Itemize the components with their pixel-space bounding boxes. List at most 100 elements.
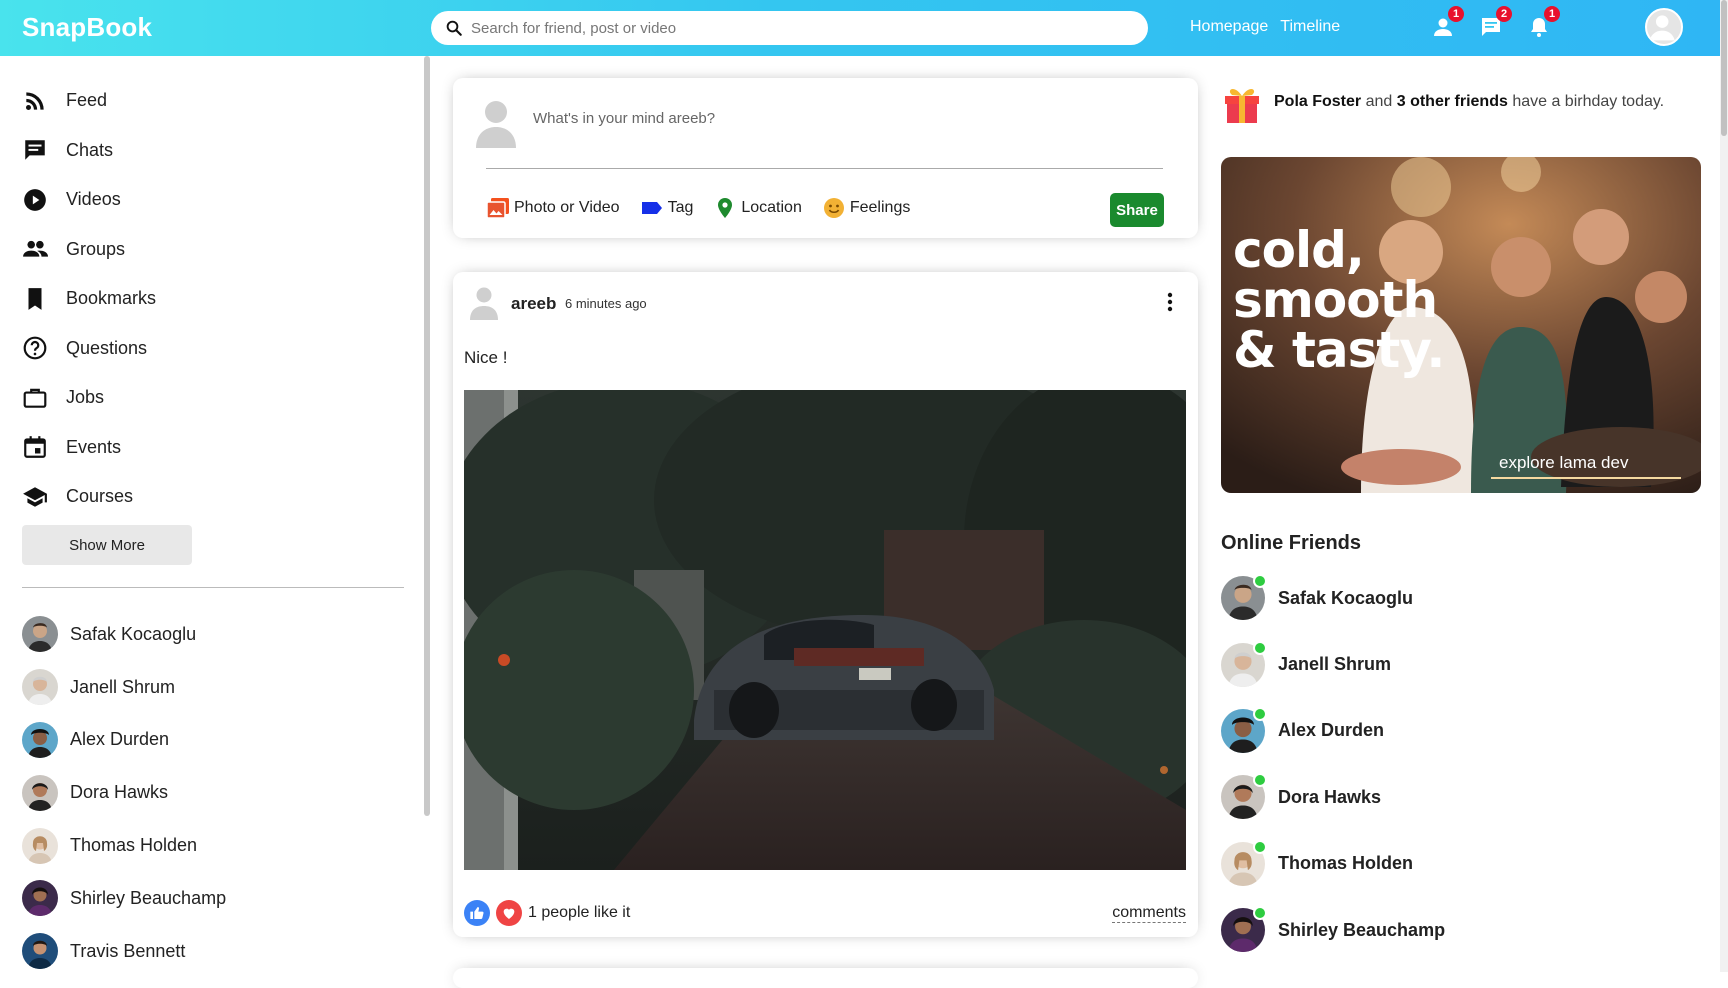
page-scrollbar[interactable] bbox=[1720, 0, 1728, 972]
sidebar-item-chats[interactable]: Chats bbox=[22, 126, 156, 176]
online-friend-item[interactable]: Safak Kocaoglu bbox=[1221, 565, 1445, 631]
option-label: Feelings bbox=[849, 199, 911, 216]
birthday-notice: Pola Foster and 3 other friends have a b… bbox=[1222, 80, 1664, 124]
sidebar-item-bookmarks[interactable]: Bookmarks bbox=[22, 274, 156, 324]
sidebar-item-events[interactable]: Events bbox=[22, 423, 156, 473]
bookmark-icon bbox=[28, 287, 42, 310]
friend-name: Janell Shrum bbox=[1278, 654, 1392, 675]
sidebar-item-courses[interactable]: Courses bbox=[22, 472, 156, 522]
online-indicator bbox=[1253, 640, 1267, 655]
calendar-icon bbox=[24, 436, 46, 459]
comments-link[interactable]: comments bbox=[1112, 904, 1186, 923]
like-button[interactable] bbox=[464, 900, 490, 926]
post-image[interactable] bbox=[464, 390, 1186, 870]
sidebar-item-label: Jobs bbox=[66, 387, 105, 408]
online-friend-item[interactable]: Janell Shrum bbox=[1221, 631, 1445, 697]
friend-requests-button[interactable]: 1 bbox=[1430, 6, 1464, 42]
show-more-button[interactable]: Show More bbox=[22, 525, 192, 565]
ad-footer-underline bbox=[1491, 477, 1681, 479]
online-friends-title: Online Friends bbox=[1221, 532, 1362, 554]
friend-list-item[interactable]: Dora Hawks bbox=[22, 766, 226, 819]
sidebar-item-feed[interactable]: Feed bbox=[22, 76, 156, 126]
photo-video-option[interactable]: Photo or Video bbox=[486, 196, 620, 220]
post-text-input[interactable] bbox=[533, 110, 1133, 127]
sidebar-menu: Feed Chats Videos Groups Bookmarks Quest… bbox=[22, 76, 156, 522]
sidebar-item-label: Feed bbox=[66, 90, 108, 111]
option-label: Photo or Video bbox=[514, 199, 620, 216]
avatar[interactable] bbox=[469, 286, 499, 320]
friend-list-item[interactable]: Janell Shrum bbox=[22, 661, 226, 714]
sidebar-item-label: Bookmarks bbox=[66, 288, 157, 309]
option-label: Tag bbox=[667, 199, 694, 216]
like-count: 1 people like it bbox=[528, 904, 631, 921]
friend-name: Shirley Beauchamp bbox=[1278, 919, 1446, 940]
friend-list-item[interactable]: Thomas Holden bbox=[22, 819, 226, 872]
share-box: Photo or Video Tag Location Feelings Sha… bbox=[453, 78, 1198, 238]
notifications-button[interactable]: 1 bbox=[1526, 6, 1560, 42]
friend-name: Dora Hawks bbox=[1278, 786, 1382, 807]
online-friend-item[interactable]: Thomas Holden bbox=[1221, 831, 1445, 897]
share-button[interactable]: Share bbox=[1110, 193, 1164, 227]
search-input[interactable] bbox=[471, 19, 1131, 37]
search-bar[interactable] bbox=[431, 11, 1148, 45]
sidebar-scrollbar[interactable] bbox=[424, 56, 430, 816]
friend-requests-badge: 1 bbox=[1448, 6, 1464, 22]
sidebar-item-label: Questions bbox=[66, 337, 148, 358]
love-button[interactable] bbox=[496, 900, 522, 926]
online-indicator bbox=[1253, 773, 1267, 788]
friend-list-item[interactable]: Shirley Beauchamp bbox=[22, 872, 226, 925]
avatar bbox=[22, 933, 58, 970]
messages-badge: 2 bbox=[1496, 6, 1512, 22]
next-post-card bbox=[453, 968, 1198, 988]
share-options: Photo or Video Tag Location Feelings bbox=[486, 196, 930, 220]
search-icon bbox=[446, 20, 462, 36]
online-friend-item[interactable]: Alex Durden bbox=[1221, 698, 1445, 764]
location-option[interactable]: Location bbox=[713, 196, 802, 220]
friend-list-item[interactable]: Travis Bennett bbox=[22, 925, 226, 972]
online-indicator bbox=[1253, 839, 1267, 854]
graduation-cap-icon bbox=[23, 487, 47, 507]
messages-button[interactable]: 2 bbox=[1478, 6, 1512, 42]
post-card: areeb 6 minutes ago Nice ! 1 people like… bbox=[453, 272, 1198, 937]
left-sidebar: Feed Chats Videos Groups Bookmarks Quest… bbox=[0, 56, 428, 972]
more-vert-icon[interactable] bbox=[1165, 290, 1175, 314]
birthday-tail: have a birhday today. bbox=[1507, 93, 1665, 110]
ad-footer: explore lama dev bbox=[1499, 453, 1629, 472]
notifications-badge: 1 bbox=[1544, 6, 1560, 22]
avatar bbox=[22, 616, 58, 653]
avatar bbox=[22, 669, 58, 706]
sidebar-item-groups[interactable]: Groups bbox=[22, 225, 156, 275]
online-friend-item[interactable]: Shirley Beauchamp bbox=[1221, 897, 1445, 963]
chat-icon bbox=[25, 140, 45, 160]
online-friend-item[interactable]: Dora Hawks bbox=[1221, 764, 1445, 830]
location-pin-icon bbox=[718, 198, 733, 218]
help-circle-icon bbox=[23, 336, 47, 360]
timeline-link[interactable]: Timeline bbox=[1280, 18, 1340, 36]
share-divider bbox=[486, 168, 1163, 169]
sidebar-item-questions[interactable]: Questions bbox=[22, 324, 156, 374]
post-username[interactable]: areeb bbox=[511, 294, 556, 314]
heart-icon bbox=[503, 908, 515, 919]
sidebar-item-label: Events bbox=[66, 436, 122, 457]
birthday-name[interactable]: Pola Foster bbox=[1274, 93, 1361, 110]
friend-name: Travis Bennett bbox=[70, 940, 186, 961]
feelings-option[interactable]: Feelings bbox=[822, 196, 910, 220]
profile-avatar[interactable] bbox=[1645, 8, 1683, 46]
birthday-count[interactable]: 3 other friends bbox=[1397, 93, 1508, 110]
friend-name: Safak Kocaoglu bbox=[70, 623, 197, 644]
rss-icon bbox=[26, 92, 44, 110]
friend-list-item[interactable]: Safak Kocaoglu bbox=[22, 608, 226, 661]
top-icons: 1 2 1 bbox=[1430, 6, 1560, 42]
homepage-link[interactable]: Homepage bbox=[1190, 18, 1268, 36]
sidebar-item-label: Videos bbox=[66, 189, 121, 210]
friend-name: Dora Hawks bbox=[70, 782, 169, 803]
tag-option[interactable]: Tag bbox=[640, 196, 694, 220]
app-logo[interactable]: SnapBook bbox=[22, 12, 152, 43]
avatar bbox=[22, 880, 58, 917]
friend-list-item[interactable]: Alex Durden bbox=[22, 714, 226, 767]
friend-name: Alex Durden bbox=[70, 729, 170, 750]
advertisement[interactable]: cold, smooth & tasty. explore lama dev bbox=[1221, 157, 1701, 493]
sidebar-item-videos[interactable]: Videos bbox=[22, 175, 156, 225]
sidebar-item-jobs[interactable]: Jobs bbox=[22, 373, 156, 423]
top-bar: SnapBook Homepage Timeline 1 2 1 bbox=[0, 0, 1728, 56]
